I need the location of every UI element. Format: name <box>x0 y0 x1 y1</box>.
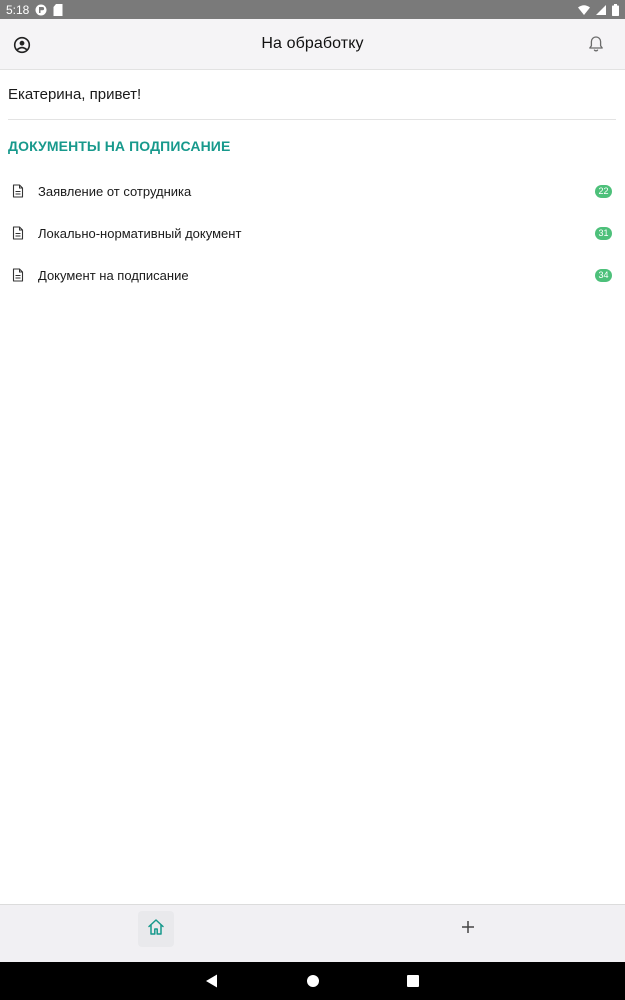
home-circle-icon[interactable] <box>305 973 321 989</box>
list-item-label: Заявление от сотрудника <box>38 183 192 199</box>
status-bar: 5:18 <box>0 0 625 19</box>
home-icon <box>146 917 166 942</box>
bottom-navigation <box>0 904 625 962</box>
app-bar: На обработку <box>0 19 625 70</box>
status-time: 5:18 <box>6 2 30 17</box>
count-badge: 22 <box>595 184 612 198</box>
account-circle-icon[interactable] <box>12 35 32 55</box>
home-tab-button[interactable] <box>138 911 174 947</box>
list-item-document-for-signing[interactable]: Документ на подписание 34 <box>0 254 625 296</box>
document-icon <box>12 226 24 240</box>
divider <box>8 119 616 120</box>
documents-list: Заявление от сотрудника 22 Локально-норм… <box>0 170 625 296</box>
recent-apps-square-icon[interactable] <box>405 973 421 989</box>
signal-icon <box>596 4 606 15</box>
status-bar-right <box>578 3 619 16</box>
page-title: На обработку <box>261 35 364 52</box>
sd-card-icon <box>53 3 63 16</box>
status-bar-left: 5:18 <box>6 3 63 17</box>
count-badge: 31 <box>595 226 612 240</box>
plus-icon <box>461 920 475 939</box>
count-badge: 34 <box>595 268 612 282</box>
notification-app-icon <box>35 4 47 16</box>
section-title: ДОКУМЕНТЫ НА ПОДПИСАНИЕ <box>8 138 231 154</box>
list-item-local-regulatory-document[interactable]: Локально-нормативный документ 31 <box>0 212 625 254</box>
document-icon <box>12 184 24 198</box>
document-icon <box>12 268 24 282</box>
list-item-employee-statement[interactable]: Заявление от сотрудника 22 <box>0 170 625 212</box>
greeting-text: Екатерина, привет! <box>8 86 142 103</box>
wifi-icon <box>578 4 590 15</box>
bell-icon[interactable] <box>586 34 606 54</box>
list-item-label: Локально-нормативный документ <box>38 225 242 241</box>
battery-icon <box>612 3 619 16</box>
system-navigation-bar <box>0 962 625 1000</box>
add-button[interactable] <box>450 911 486 947</box>
back-triangle-icon[interactable] <box>204 973 220 989</box>
list-item-label: Документ на подписание <box>38 267 189 283</box>
